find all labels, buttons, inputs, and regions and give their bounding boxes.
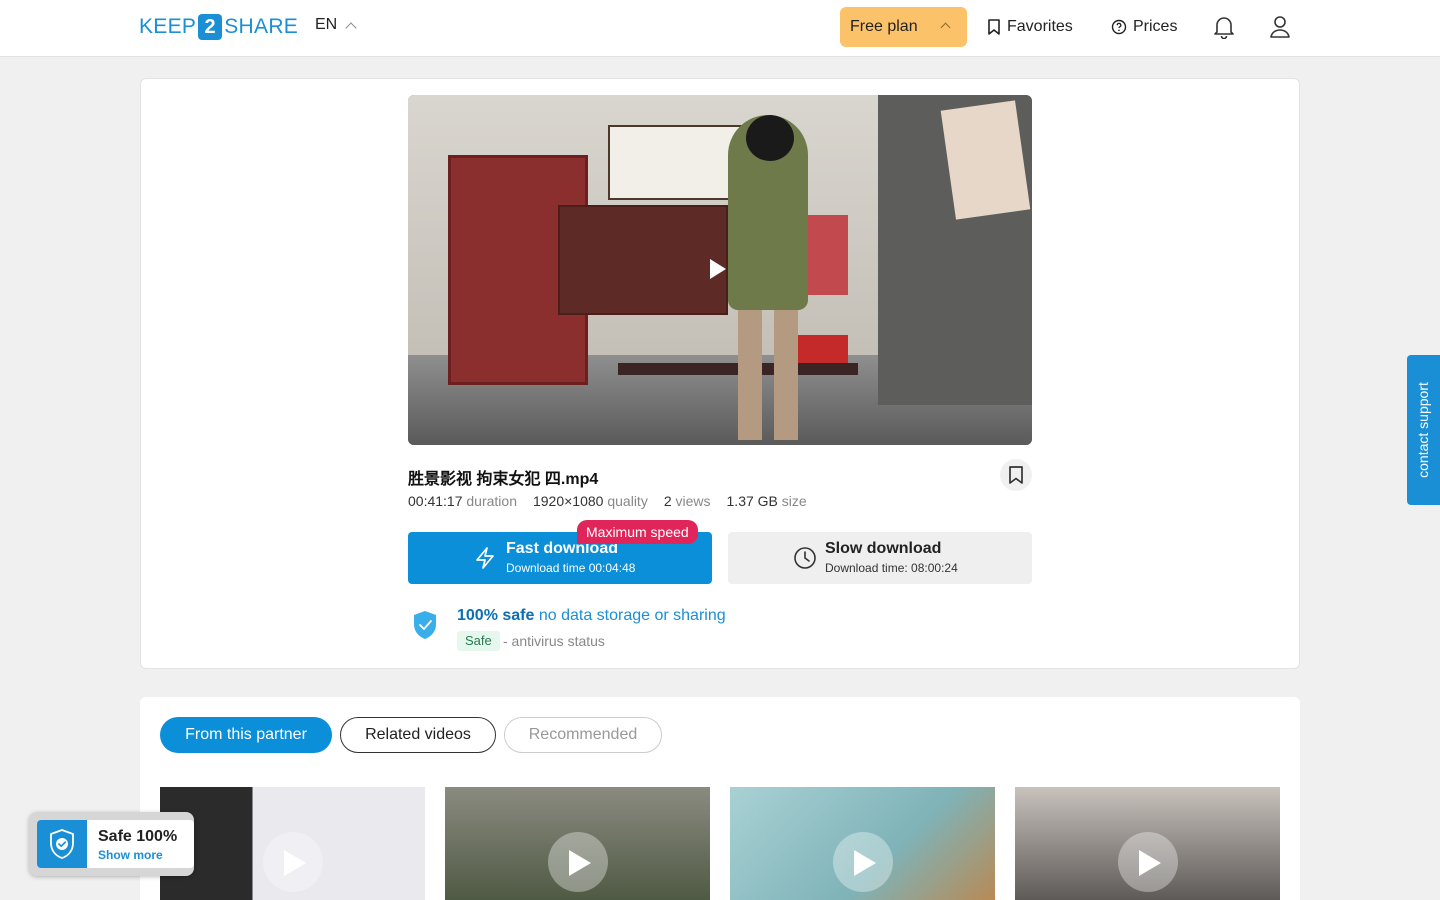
bell-icon <box>1214 17 1234 39</box>
video-thumbnail[interactable] <box>160 787 425 900</box>
favorites-link[interactable]: Favorites <box>987 15 1073 39</box>
contact-support-label: contact support <box>1415 382 1431 478</box>
tab-from-partner[interactable]: From this partner <box>160 717 332 753</box>
safe-widget[interactable]: Safe 100% Show more <box>29 812 194 876</box>
file-title: 胜景影视 拘束女犯 四.mp4 <box>408 471 599 488</box>
plan-label: Free plan <box>850 18 918 35</box>
safe-widget-icon-box <box>37 820 87 868</box>
add-favorite-button[interactable] <box>1000 459 1032 491</box>
safe-widget-title: Safe 100% <box>98 828 178 845</box>
favorites-label: Favorites <box>1007 18 1073 35</box>
bookmark-icon <box>1009 466 1023 484</box>
file-meta: 00:41:17 duration 1920×1080 quality 2 vi… <box>408 493 807 509</box>
play-icon <box>284 850 306 876</box>
prices-link[interactable]: Prices <box>1111 15 1177 39</box>
account-button[interactable] <box>1268 14 1292 40</box>
meta-duration-label: duration <box>466 493 517 509</box>
show-more-link[interactable]: Show more <box>98 848 163 862</box>
chevron-up-icon <box>345 22 357 34</box>
video-frame-poster <box>940 100 1031 220</box>
play-icon[interactable] <box>710 259 726 279</box>
language-selector[interactable]: EN <box>315 16 357 34</box>
antivirus-badge: Safe <box>457 631 500 651</box>
slow-download-label: Slow download <box>825 540 942 557</box>
safety-bold: 100% safe <box>457 607 535 624</box>
video-frame-poster-red <box>808 215 848 295</box>
question-circle-icon <box>1111 19 1127 35</box>
logo-text-share: SHARE <box>224 15 299 38</box>
logo-text-two: 2 <box>198 14 223 40</box>
video-thumbnail[interactable] <box>445 787 710 900</box>
logo[interactable]: KEEP 2 SHARE <box>139 14 298 40</box>
meta-views-label: views <box>675 493 711 509</box>
meta-size: 1.37 GB size <box>727 493 807 509</box>
file-card: 胜景影视 拘束女犯 四.mp4 00:41:17 duration 1920×1… <box>140 78 1300 669</box>
contact-support-tab[interactable]: contact support <box>1407 355 1440 505</box>
meta-size-label: size <box>781 493 807 509</box>
play-icon <box>1139 850 1161 876</box>
related-section: From this partner Related videos Recomme… <box>140 697 1300 900</box>
prices-label: Prices <box>1133 18 1178 35</box>
video-thumbnail[interactable] <box>730 787 995 900</box>
plan-button[interactable]: Free plan <box>840 7 967 47</box>
antivirus-status: - antivirus status <box>503 633 605 649</box>
meta-views: 2 views <box>664 493 711 509</box>
video-frame-head <box>746 115 794 161</box>
tab-recommended[interactable]: Recommended <box>504 717 662 753</box>
safe-widget-body: Safe 100% Show more <box>37 820 194 868</box>
safety-statement: 100% safe no data storage or sharing <box>457 607 726 625</box>
slow-download-time: Download time: 08:00:24 <box>825 561 958 575</box>
play-icon <box>569 850 591 876</box>
meta-duration: 00:41:17 duration <box>408 493 517 509</box>
tab-related-videos[interactable]: Related videos <box>340 717 496 753</box>
shield-check-icon <box>414 611 436 639</box>
video-frame-legs <box>738 305 798 440</box>
video-frame-cabinet <box>558 205 728 315</box>
meta-quality: 1920×1080 quality <box>533 493 648 509</box>
safety-text: no data storage or sharing <box>538 607 726 624</box>
meta-size-value: 1.37 GB <box>726 493 778 509</box>
clock-icon <box>794 547 816 569</box>
meta-quality-label: quality <box>607 493 648 509</box>
meta-duration-value: 00:41:17 <box>408 493 463 509</box>
chevron-up-icon <box>940 22 951 33</box>
bookmark-icon <box>988 19 1000 35</box>
fast-download-time: Download time 00:04:48 <box>506 561 636 575</box>
logo-text-keep: KEEP <box>139 15 197 38</box>
slow-download-button[interactable]: Slow download Download time: 08:00:24 <box>728 532 1032 584</box>
lightning-icon <box>476 547 494 569</box>
video-thumbnail[interactable] <box>1015 787 1280 900</box>
shield-check-icon <box>50 829 74 859</box>
language-label: EN <box>315 16 338 33</box>
user-icon <box>1270 16 1290 38</box>
top-header: KEEP 2 SHARE EN Free plan Favorites Pric… <box>0 0 1440 57</box>
meta-views-value: 2 <box>663 493 672 509</box>
video-player[interactable] <box>408 95 1032 445</box>
notifications-button[interactable] <box>1212 14 1236 40</box>
meta-quality-value: 1920×1080 <box>532 493 604 509</box>
max-speed-badge: Maximum speed <box>577 520 698 544</box>
play-icon <box>854 850 876 876</box>
